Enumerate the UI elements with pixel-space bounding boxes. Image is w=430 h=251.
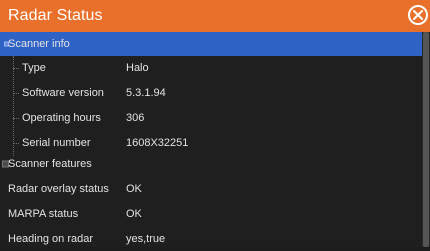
row-label: Operating hours — [22, 112, 101, 124]
status-row-heading-on-radar[interactable]: Heading on radar yes,true — [0, 227, 422, 251]
close-glyph — [413, 10, 423, 20]
row-value: Halo — [126, 62, 149, 74]
node-label: Scanner features — [8, 158, 92, 170]
row-label: MARPA status — [8, 208, 79, 220]
tree-node-scanner-info[interactable]: Scanner info — [0, 32, 422, 56]
row-value: 306 — [126, 112, 145, 124]
row-label: Heading on radar — [8, 233, 94, 245]
info-row-type[interactable]: Type Halo — [0, 56, 422, 80]
info-row-software-version[interactable]: Software version 5.3.1.94 — [0, 81, 422, 105]
row-value: OK — [126, 208, 142, 220]
row-label: Type — [22, 62, 46, 74]
vertical-scrollbar[interactable] — [422, 32, 430, 247]
info-row-operating-hours[interactable]: Operating hours 306 — [0, 106, 422, 130]
tree-node-scanner-features[interactable]: Scanner features — [0, 152, 422, 176]
row-value: yes,true — [126, 233, 166, 245]
status-row-marpa[interactable]: MARPA status OK — [0, 202, 422, 226]
radar-status-window: Radar Status Scanner info Type Halo Soft… — [0, 0, 430, 247]
scrollbar-thumb[interactable] — [423, 32, 429, 247]
close-icon[interactable] — [408, 5, 428, 25]
row-label: Software version — [22, 87, 104, 99]
node-label: Scanner info — [8, 38, 70, 50]
window-title: Radar Status — [8, 7, 103, 24]
status-row-radar-overlay[interactable]: Radar overlay status OK — [0, 177, 422, 201]
row-value: 1608X32251 — [126, 137, 189, 149]
row-label: Serial number — [22, 137, 91, 149]
row-label: Radar overlay status — [8, 183, 109, 195]
title-bar: Radar Status — [0, 0, 430, 32]
row-value: OK — [126, 183, 142, 195]
row-value: 5.3.1.94 — [126, 87, 166, 99]
status-tree: Scanner info Type Halo Software version … — [0, 32, 430, 247]
